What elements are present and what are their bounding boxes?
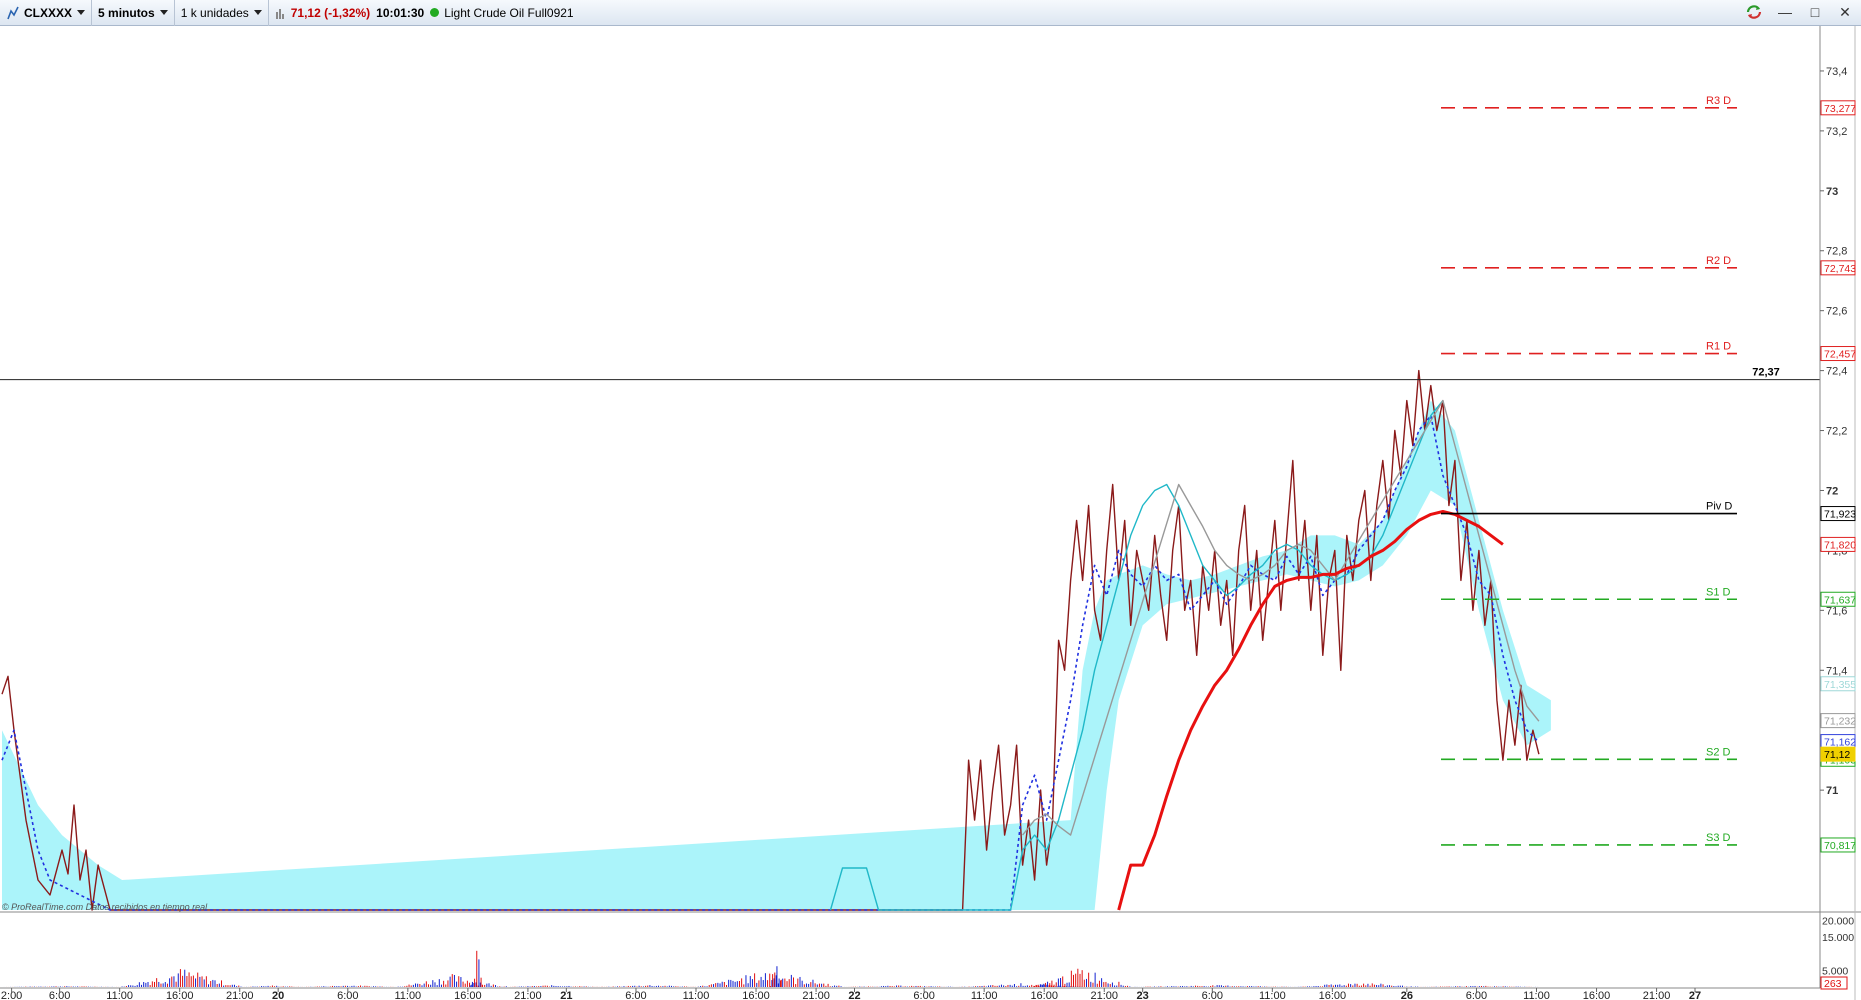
price-tick-label: 72,8 [1826,246,1847,258]
chart-type-icon [7,6,19,19]
chevron-down-icon [253,10,262,15]
pivot-name-label: R3 D [1706,95,1731,107]
units-selector[interactable]: 1 k unidades [175,0,269,26]
price-tag-label: 73,277 [1824,103,1856,115]
time-tick-label: 16:00 [742,990,770,1000]
bar-chart-icon [275,8,284,19]
time-tick-label: 16:00 [1030,990,1058,1000]
symbol-selector[interactable]: CLXXXX [0,0,93,26]
time-tick-label: 6:00 [625,990,646,1000]
price-tag-label: 71,12 [1824,749,1850,761]
price-tick-label: 73,2 [1826,126,1847,138]
price-tick-label: 71,4 [1826,665,1847,677]
time-tick-label: 27 [1689,990,1701,1000]
pivot-name-label: R1 D [1706,341,1731,353]
time-tick-label: 2:00 [1,990,22,1000]
price-tick-label: 73,4 [1826,66,1847,78]
pivot-name-label: R2 D [1706,255,1731,267]
window-controls: — □ ✕ [1745,3,1853,21]
price-tick-label: 73 [1826,186,1838,198]
time-tick-label: 21:00 [1643,990,1671,1000]
price-tick-label: 71,6 [1826,605,1847,617]
time-tick-label: 11:00 [394,990,421,1000]
maximize-icon[interactable]: □ [1807,4,1823,20]
pivot-name-label: S3 D [1706,832,1731,844]
price-tag-label: 72,743 [1824,263,1856,275]
quote-info: 71,12 (-1,32%) 10:01:30 Light Crude Oil … [269,0,580,26]
pivot-name-label: S2 D [1706,746,1731,758]
time-tick-label: 6:00 [1466,990,1487,1000]
close-icon[interactable]: ✕ [1837,4,1853,21]
time-tick-label: 11:00 [106,990,133,1000]
time-tick-label: 21:00 [1090,990,1118,1000]
quote-time: 10:01:30 [376,5,425,20]
refresh-icon[interactable] [1745,3,1763,21]
chevron-down-icon [77,10,86,15]
time-tick-label: 6:00 [337,990,358,1000]
price-tag-label: 71,820 [1824,539,1856,551]
units-label: 1 k unidades [180,5,249,20]
time-tick-label: 6:00 [49,990,70,1000]
time-tick-label: 11:00 [1523,990,1550,1000]
time-tick-label: 11:00 [1259,990,1286,1000]
volume-tick-label: 5.000 [1822,965,1848,977]
chart-toolbar: CLXXXX 5 minutos 1 k unidades 71,12 (-1,… [0,0,1861,26]
time-tick-label: 26 [1401,990,1413,1000]
price-tick-label: 72,2 [1826,426,1847,438]
time-tick-label: 11:00 [971,990,998,1000]
pivot-name-label: S1 D [1706,586,1731,598]
price-tag-label: 70,817 [1824,840,1856,852]
time-tick-label: 21:00 [802,990,830,1000]
price-tick-label: 72 [1826,485,1838,497]
price-tick-label: 72,4 [1826,366,1847,378]
time-tick-label: 21:00 [514,990,542,1000]
horizontal-level-label: 72,37 [1752,367,1780,379]
volume-tick-label: 15.000 [1822,932,1854,944]
price-tag-label: 71,637 [1824,594,1856,606]
price-tag-label: 71,232 [1824,716,1856,728]
volume-tick-label: 20.000 [1822,916,1854,928]
timeframe-selector[interactable]: 5 minutos [92,0,175,26]
time-tick-label: 6:00 [913,990,934,1000]
watermark-text: © ProRealTime.com Datos recibidos en tie… [2,902,208,912]
time-tick-label: 16:00 [1583,990,1611,1000]
time-tick-label: 21 [560,990,572,1000]
price-tag-label: 71,355 [1824,679,1856,691]
realtime-status-icon [430,8,440,17]
chevron-down-icon [159,10,168,15]
time-tick-label: 20 [272,990,284,1000]
price-tag-label: 72,457 [1824,349,1856,361]
instrument-name: Light Crude Oil Full0921 [444,5,574,20]
volume-last-label: 263 [1824,978,1842,990]
price-tick-label: 71 [1826,785,1838,797]
time-tick-label: 23 [1137,990,1149,1000]
symbol-label: CLXXXX [24,5,73,20]
price-tick-label: 72,6 [1826,306,1847,318]
time-tick-label: 11:00 [683,990,710,1000]
price-tag-label: 71,923 [1824,509,1856,521]
minimize-icon[interactable]: — [1777,4,1793,20]
price-chart[interactable]: 72,37 R3 D R2 D R1 D Piv D S1 D S2 D S3 D 73,4 7… [0,26,1861,1000]
timeframe-label: 5 minutos [98,5,155,20]
time-tick-label: 16:00 [454,990,482,1000]
last-price: 71,12 (-1,32%) [290,5,371,20]
time-tick-label: 21:00 [226,990,254,1000]
time-tick-label: 16:00 [166,990,194,1000]
time-tick-label: 16:00 [1319,990,1347,1000]
time-tick-label: 22 [848,990,860,1000]
time-tick-label: 6:00 [1202,990,1223,1000]
pivot-name-label: Piv D [1706,501,1732,513]
